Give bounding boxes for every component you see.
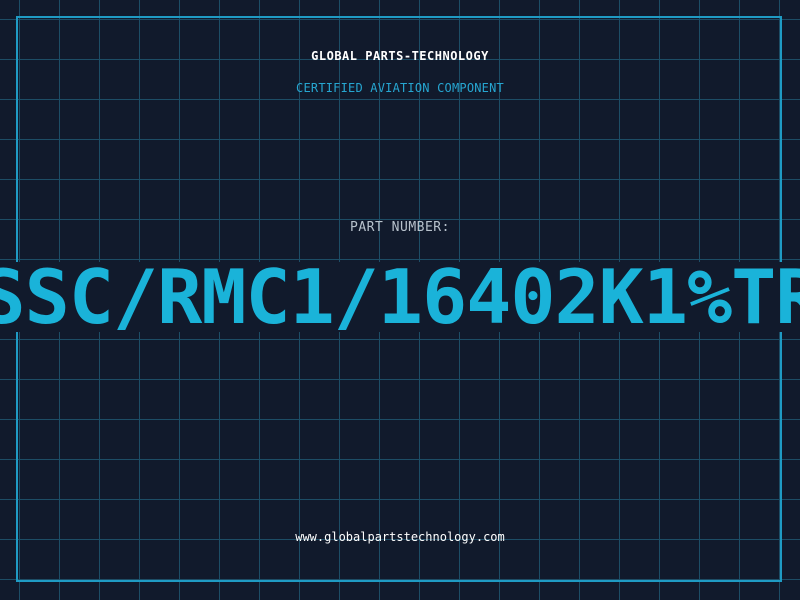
part-number-value: SSC/RMC1/16402K1%TR	[0, 262, 800, 332]
certification-subtitle: CERTIFIED AVIATION COMPONENT	[296, 81, 504, 95]
website-link[interactable]: www.globalpartstechnology.com	[0, 530, 800, 544]
label-canvas: GLOBAL PARTS-TECHNOLOGY CERTIFIED AVIATI…	[0, 0, 800, 600]
company-name: GLOBAL PARTS-TECHNOLOGY	[311, 49, 489, 63]
part-number-label: PART NUMBER:	[350, 220, 450, 235]
part-number-band: SSC/RMC1/16402K1%TR	[0, 262, 800, 332]
